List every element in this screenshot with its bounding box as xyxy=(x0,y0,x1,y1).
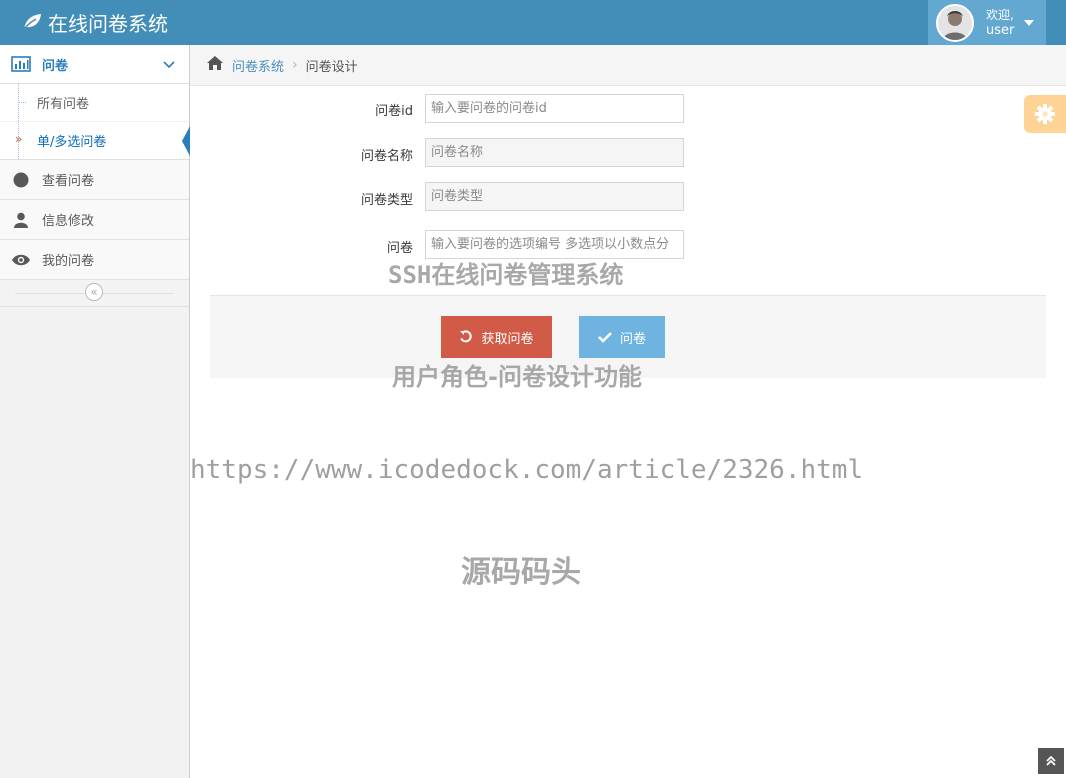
sidebar-item-profile[interactable]: 信息修改 xyxy=(0,200,189,240)
user-menu[interactable]: 欢迎, user xyxy=(928,0,1046,45)
sidebar-subitem-choice[interactable]: » 单/多选问卷 xyxy=(0,121,190,159)
sidebar-item-mine[interactable]: 我的问卷 xyxy=(0,240,189,280)
welcome-text: 欢迎, xyxy=(986,7,1014,22)
submit-survey-button[interactable]: 问卷 xyxy=(579,316,665,358)
home-icon[interactable] xyxy=(206,55,224,75)
sidebar-collapse: « xyxy=(0,280,189,307)
submenu: 所有问卷 » 单/多选问卷 xyxy=(0,84,190,160)
breadcrumb-root-link[interactable]: 问卷系统 xyxy=(232,56,284,75)
gear-icon xyxy=(1035,104,1055,124)
circle-icon xyxy=(0,172,42,188)
scroll-top-button[interactable] xyxy=(1038,748,1064,774)
sidebar: 问卷 所有问卷 » 单/多选问卷 查看问卷 信息修改 我的问卷 « xyxy=(0,45,190,778)
sidebar-item-label: 查看问卷 xyxy=(42,174,95,189)
subitem-label: 单/多选问卷 xyxy=(37,135,107,150)
eye-icon xyxy=(0,254,42,266)
submit-survey-label: 问卷 xyxy=(619,331,646,347)
survey-type-label: 问卷类型 xyxy=(360,193,413,208)
double-angle-right-icon: » xyxy=(15,132,23,146)
settings-toggle[interactable] xyxy=(1024,95,1066,133)
leaf-icon xyxy=(22,14,41,31)
user-icon xyxy=(0,212,42,228)
sidebar-item-label: 信息修改 xyxy=(42,214,95,229)
survey-type-input[interactable] xyxy=(425,182,684,211)
survey-answer-label: 问卷 xyxy=(386,241,413,256)
fetch-survey-button[interactable]: 获取问卷 xyxy=(441,316,552,358)
avatar xyxy=(936,3,974,42)
sidebar-item-questionnaire[interactable]: 问卷 xyxy=(0,45,189,84)
app-title: 在线问卷系统 xyxy=(48,11,168,36)
caret-down-icon xyxy=(1024,20,1034,26)
bar-chart-icon xyxy=(0,56,42,72)
watermark-url: https://www.icodedock.com/article/2326.h… xyxy=(190,455,864,485)
check-icon xyxy=(598,332,612,343)
sidebar-item-view[interactable]: 查看问卷 xyxy=(0,160,189,200)
sidebar-item-label: 问卷 xyxy=(42,58,69,74)
sidebar-subitem-all[interactable]: 所有问卷 xyxy=(0,84,189,121)
chevron-down-icon xyxy=(163,58,175,73)
breadcrumb: 问卷系统 › 问卷设计 xyxy=(190,45,1066,86)
active-pointer xyxy=(182,126,190,156)
chevron-right-icon: › xyxy=(292,57,298,73)
watermark-line-4: 源码码头 xyxy=(461,555,581,590)
survey-name-label: 问卷名称 xyxy=(360,149,413,164)
watermark-line-2: 用户角色-问卷设计功能 xyxy=(392,363,642,391)
undo-icon xyxy=(460,330,473,343)
top-navbar: 在线问卷系统 欢迎, user xyxy=(0,0,1066,45)
double-angle-up-icon xyxy=(1046,756,1056,766)
double-angle-left-icon[interactable]: « xyxy=(85,283,103,301)
watermark-line-1: SSH在线问卷管理系统 xyxy=(388,261,624,289)
breadcrumb-current: 问卷设计 xyxy=(305,59,358,75)
survey-name-input[interactable] xyxy=(425,138,684,167)
brand[interactable]: 在线问卷系统 xyxy=(22,9,168,36)
user-name: user xyxy=(986,22,1015,38)
subitem-label: 所有问卷 xyxy=(37,97,90,112)
survey-id-input[interactable] xyxy=(425,94,684,123)
fetch-survey-label: 获取问卷 xyxy=(481,331,534,347)
sidebar-item-label: 我的问卷 xyxy=(42,254,95,269)
user-info: 欢迎, user xyxy=(986,8,1014,38)
survey-id-label: 问卷id xyxy=(375,104,413,119)
